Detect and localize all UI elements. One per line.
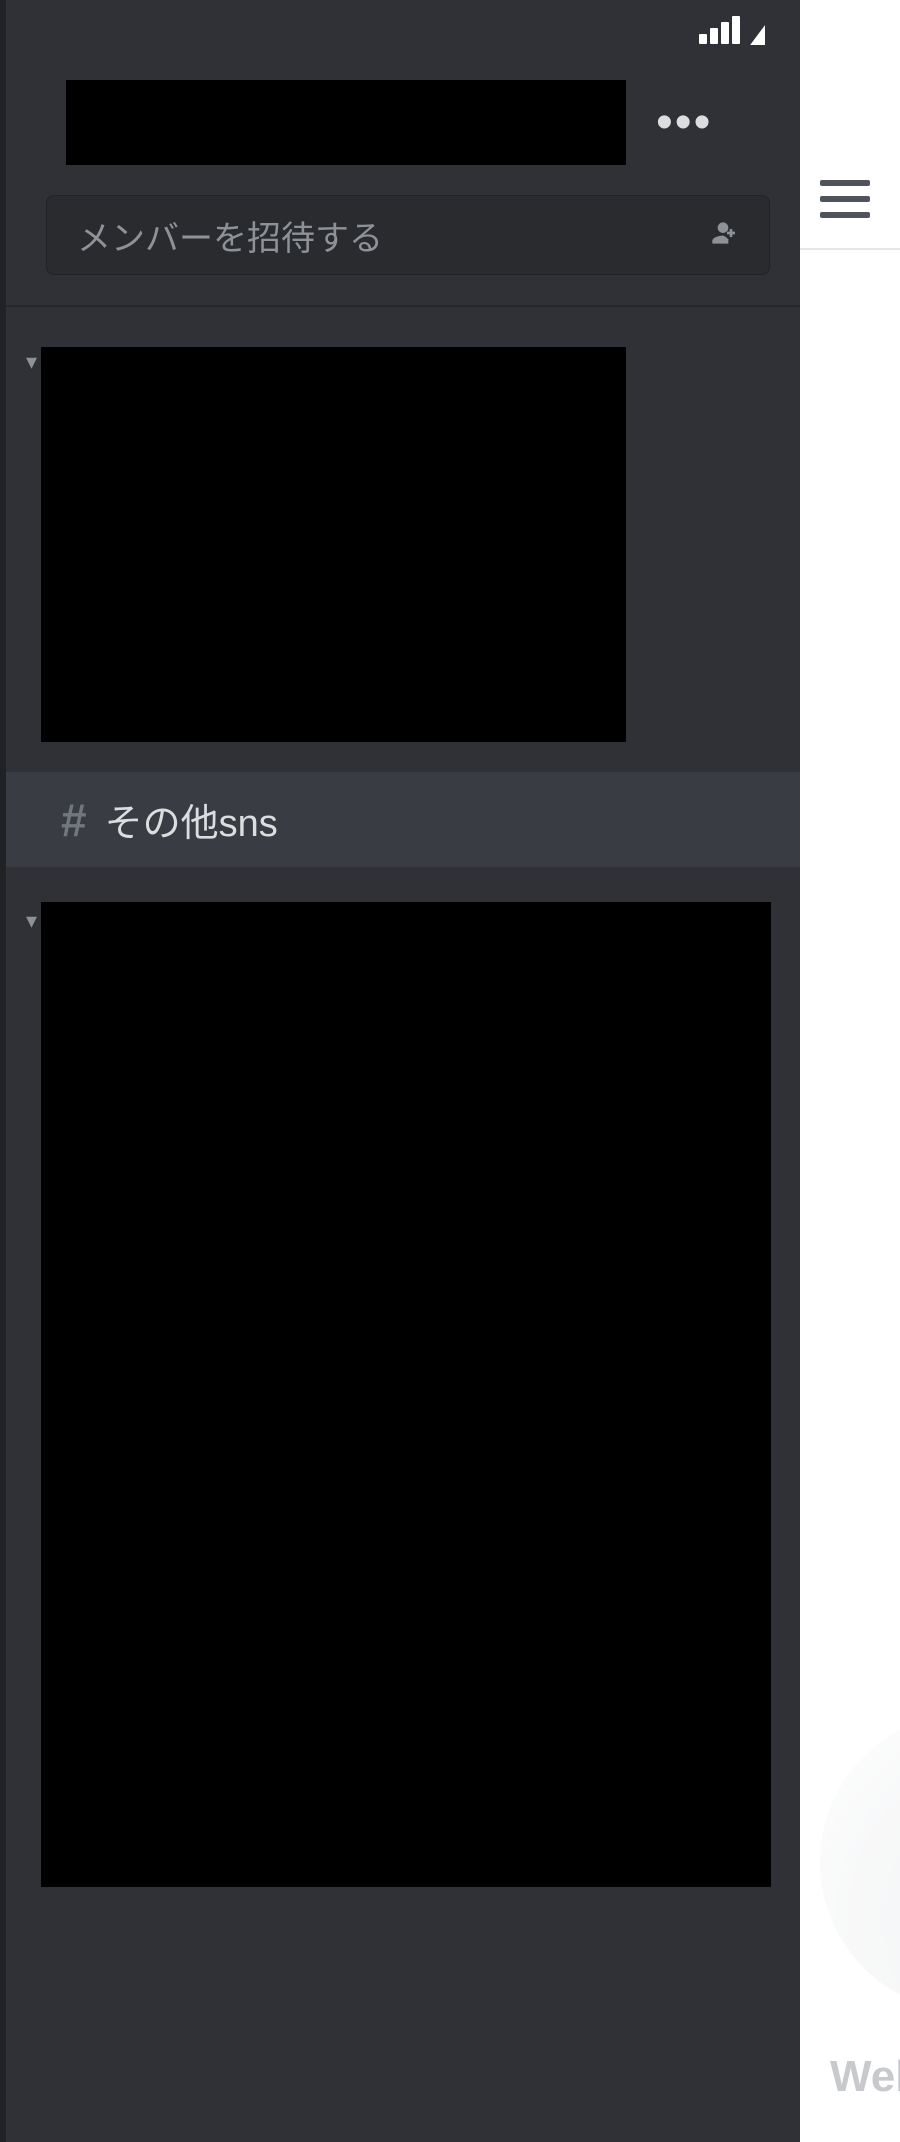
welcome-text: Welcom [830,2052,900,2102]
channel-category-redacted-1[interactable]: ▾ [6,347,800,742]
server-header[interactable]: ••• [6,60,800,195]
welcome-illustration [820,1712,900,2012]
hash-icon: # [61,793,87,847]
divider [800,248,900,250]
redacted-block [41,347,626,742]
server-name-redacted [66,80,626,165]
chevron-down-icon: ▾ [26,908,37,934]
status-bar [6,0,800,60]
redacted-block [41,902,771,1887]
main-content-peek: Welcom [800,0,900,2142]
channel-category-redacted-2[interactable]: ▾ [6,902,800,1887]
channel-name: その他sns [105,792,278,847]
invite-label: メンバーを招待する [77,211,383,260]
invite-members-button[interactable]: メンバーを招待する [46,195,770,275]
channel-sidebar: ••• メンバーを招待する ▾ # その他sns ▾ [0,0,800,2142]
chevron-down-icon: ▾ [26,349,37,375]
channel-item-active[interactable]: # その他sns [6,772,800,867]
server-menu-icon[interactable]: ••• [656,99,712,147]
wifi-icon [750,15,780,45]
hamburger-icon[interactable] [820,180,870,218]
add-user-icon [707,217,739,254]
channel-list: ▾ # その他sns ▾ [6,307,800,1887]
cellular-signal-icon [699,16,740,44]
